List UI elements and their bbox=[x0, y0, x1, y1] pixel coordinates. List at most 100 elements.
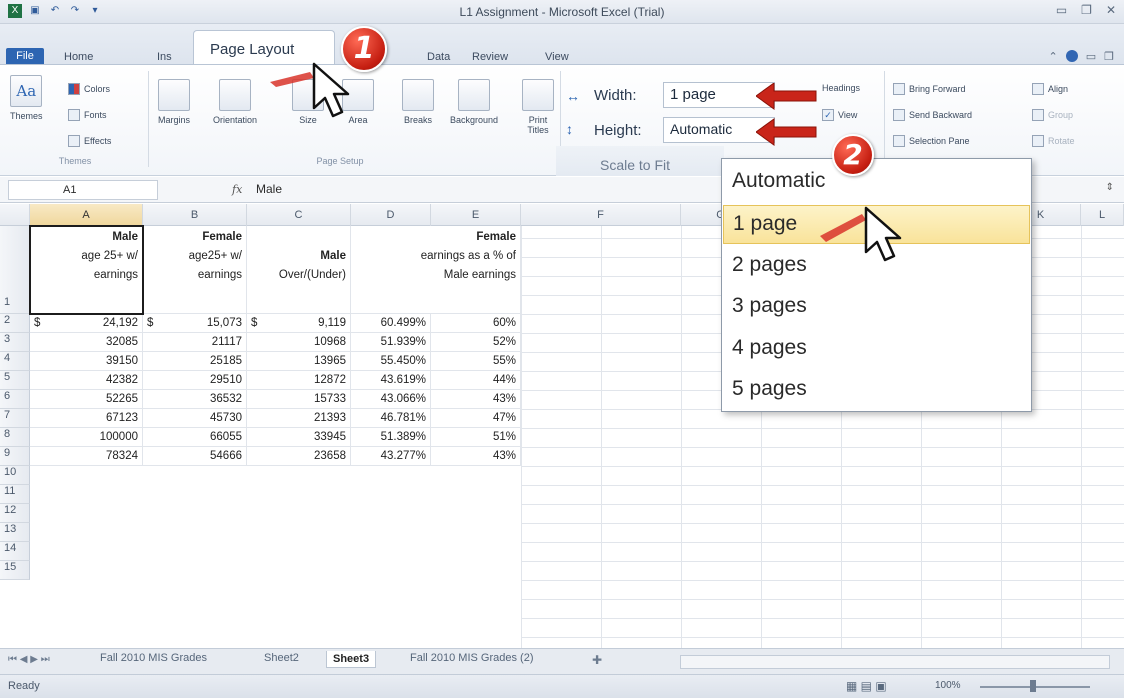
sheet-nav-arrows-icon[interactable]: ⏮ ◀ ▶ ⏭ bbox=[8, 654, 50, 665]
data-cell-c4[interactable]: 13965 bbox=[247, 352, 351, 371]
data-cell-e8[interactable]: 51% bbox=[431, 428, 521, 447]
data-cell-d9[interactable]: 43.277% bbox=[351, 447, 431, 466]
cell-b1[interactable]: Female age25+ w/ earnings bbox=[143, 226, 247, 314]
tab-data[interactable]: Data bbox=[427, 51, 450, 63]
row-header[interactable]: 7 bbox=[0, 409, 30, 428]
background-button[interactable]: Background bbox=[450, 79, 498, 125]
row-header[interactable]: 1 bbox=[0, 226, 30, 314]
data-cell-b7[interactable]: 45730 bbox=[143, 409, 247, 428]
row-header[interactable]: 6 bbox=[0, 390, 30, 409]
row-header[interactable]: 15 bbox=[0, 561, 30, 580]
data-cell-a4[interactable]: 39150 bbox=[30, 352, 143, 371]
workbook-restore-icon[interactable]: ▭ bbox=[1086, 50, 1096, 63]
data-cell-c2[interactable]: $9,119 bbox=[247, 314, 351, 333]
column-header[interactable]: F bbox=[521, 204, 681, 226]
row-header[interactable]: 13 bbox=[0, 523, 30, 542]
select-all-corner[interactable] bbox=[0, 204, 30, 226]
data-cell-e3[interactable]: 52% bbox=[431, 333, 521, 352]
data-cell-b3[interactable]: 21117 bbox=[143, 333, 247, 352]
align-button[interactable]: Align bbox=[1032, 83, 1068, 95]
fonts-button[interactable]: Fonts bbox=[68, 109, 107, 121]
print-titles-button[interactable]: Print Titles bbox=[520, 79, 556, 135]
sheet-tab[interactable]: Fall 2010 MIS Grades (2) bbox=[410, 652, 534, 664]
data-cell-e2[interactable]: 60% bbox=[431, 314, 521, 333]
zoom-level[interactable]: 100% bbox=[935, 680, 961, 691]
cell-c1[interactable]: Male Over/(Under) bbox=[247, 226, 351, 314]
help-icon[interactable] bbox=[1065, 50, 1078, 62]
sheet-tab-active[interactable]: Sheet3 bbox=[326, 651, 377, 668]
data-cell-d3[interactable]: 51.939% bbox=[351, 333, 431, 352]
close-icon[interactable]: ✕ bbox=[1106, 3, 1116, 17]
data-cell-d2[interactable]: 60.499% bbox=[351, 314, 431, 333]
minimize-ribbon-icon[interactable]: ⌃ bbox=[1049, 50, 1058, 63]
column-header[interactable]: A bbox=[30, 204, 143, 226]
data-cell-d5[interactable]: 43.619% bbox=[351, 371, 431, 390]
data-cell-a9[interactable]: 78324 bbox=[30, 447, 143, 466]
row-header[interactable]: 2 bbox=[0, 314, 30, 333]
dropdown-item-4-pages[interactable]: 4 pages bbox=[723, 330, 1030, 369]
zoom-slider-thumb[interactable] bbox=[1030, 680, 1036, 692]
data-cell-a6[interactable]: 52265 bbox=[30, 390, 143, 409]
row-header[interactable]: 3 bbox=[0, 333, 30, 352]
margins-button[interactable]: Margins bbox=[158, 79, 190, 125]
colors-button[interactable]: Colors bbox=[68, 83, 110, 95]
data-cell-c8[interactable]: 33945 bbox=[247, 428, 351, 447]
expand-formula-bar-icon[interactable]: ⇕ bbox=[1106, 182, 1114, 193]
formula-input[interactable]: Male bbox=[256, 182, 282, 196]
data-cell-b9[interactable]: 54666 bbox=[143, 447, 247, 466]
data-cell-b8[interactable]: 66055 bbox=[143, 428, 247, 447]
row-header[interactable]: 4 bbox=[0, 352, 30, 371]
dropdown-item-3-pages[interactable]: 3 pages bbox=[723, 288, 1030, 327]
rotate-button[interactable]: Rotate bbox=[1032, 135, 1075, 147]
dropdown-item-5-pages[interactable]: 5 pages bbox=[723, 371, 1030, 410]
row-header[interactable]: 14 bbox=[0, 542, 30, 561]
effects-button[interactable]: Effects bbox=[68, 135, 111, 147]
cell-d1-e1[interactable]: Female earnings as a % of Male earnings bbox=[351, 226, 521, 314]
tab-file[interactable]: File bbox=[6, 48, 44, 64]
sheet-tab[interactable]: Sheet2 bbox=[264, 652, 299, 664]
group-button[interactable]: Group bbox=[1032, 109, 1073, 121]
insert-sheet-icon[interactable]: ✚ bbox=[592, 653, 602, 667]
data-cell-c9[interactable]: 23658 bbox=[247, 447, 351, 466]
workbook-close-icon[interactable]: ❐ bbox=[1104, 50, 1114, 63]
data-cell-a7[interactable]: 67123 bbox=[30, 409, 143, 428]
column-header[interactable]: B bbox=[143, 204, 247, 226]
data-cell-c3[interactable]: 10968 bbox=[247, 333, 351, 352]
column-header[interactable]: C bbox=[247, 204, 351, 226]
data-cell-c7[interactable]: 21393 bbox=[247, 409, 351, 428]
orientation-button[interactable]: Orientation bbox=[213, 79, 257, 125]
horizontal-scrollbar[interactable] bbox=[680, 655, 1110, 669]
breaks-button[interactable]: Breaks bbox=[402, 79, 434, 125]
data-cell-e9[interactable]: 43% bbox=[431, 447, 521, 466]
view-buttons-icon[interactable]: ▦ ▤ ▣ bbox=[846, 679, 887, 693]
data-cell-b5[interactable]: 29510 bbox=[143, 371, 247, 390]
row-header[interactable]: 12 bbox=[0, 504, 30, 523]
data-cell-e4[interactable]: 55% bbox=[431, 352, 521, 371]
data-cell-e5[interactable]: 44% bbox=[431, 371, 521, 390]
send-backward-button[interactable]: Send Backward bbox=[893, 109, 972, 121]
themes-button[interactable]: Aa Themes bbox=[10, 75, 43, 121]
sheet-tab[interactable]: Fall 2010 MIS Grades bbox=[100, 652, 207, 664]
row-header[interactable]: 10 bbox=[0, 466, 30, 485]
data-cell-d4[interactable]: 55.450% bbox=[351, 352, 431, 371]
data-cell-b6[interactable]: 36532 bbox=[143, 390, 247, 409]
data-cell-b2[interactable]: $15,073 bbox=[143, 314, 247, 333]
data-cell-d7[interactable]: 46.781% bbox=[351, 409, 431, 428]
data-cell-c5[interactable]: 12872 bbox=[247, 371, 351, 390]
data-cell-c6[interactable]: 15733 bbox=[247, 390, 351, 409]
headings-view-checkbox[interactable]: ✓ View bbox=[822, 109, 857, 121]
tab-view[interactable]: View bbox=[545, 51, 569, 63]
minimize-icon[interactable]: ▭ bbox=[1056, 3, 1067, 17]
tab-insert[interactable]: Ins bbox=[157, 51, 172, 63]
column-header[interactable]: E bbox=[431, 204, 521, 226]
tab-review[interactable]: Review bbox=[472, 51, 508, 63]
insert-function-icon[interactable]: fx bbox=[232, 183, 242, 196]
data-cell-a3[interactable]: 32085 bbox=[30, 333, 143, 352]
row-header[interactable]: 11 bbox=[0, 485, 30, 504]
data-cell-d6[interactable]: 43.066% bbox=[351, 390, 431, 409]
row-header[interactable]: 5 bbox=[0, 371, 30, 390]
selection-pane-button[interactable]: Selection Pane bbox=[893, 135, 970, 147]
row-header[interactable]: 8 bbox=[0, 428, 30, 447]
name-box[interactable]: A1 bbox=[8, 180, 158, 200]
data-cell-e6[interactable]: 43% bbox=[431, 390, 521, 409]
